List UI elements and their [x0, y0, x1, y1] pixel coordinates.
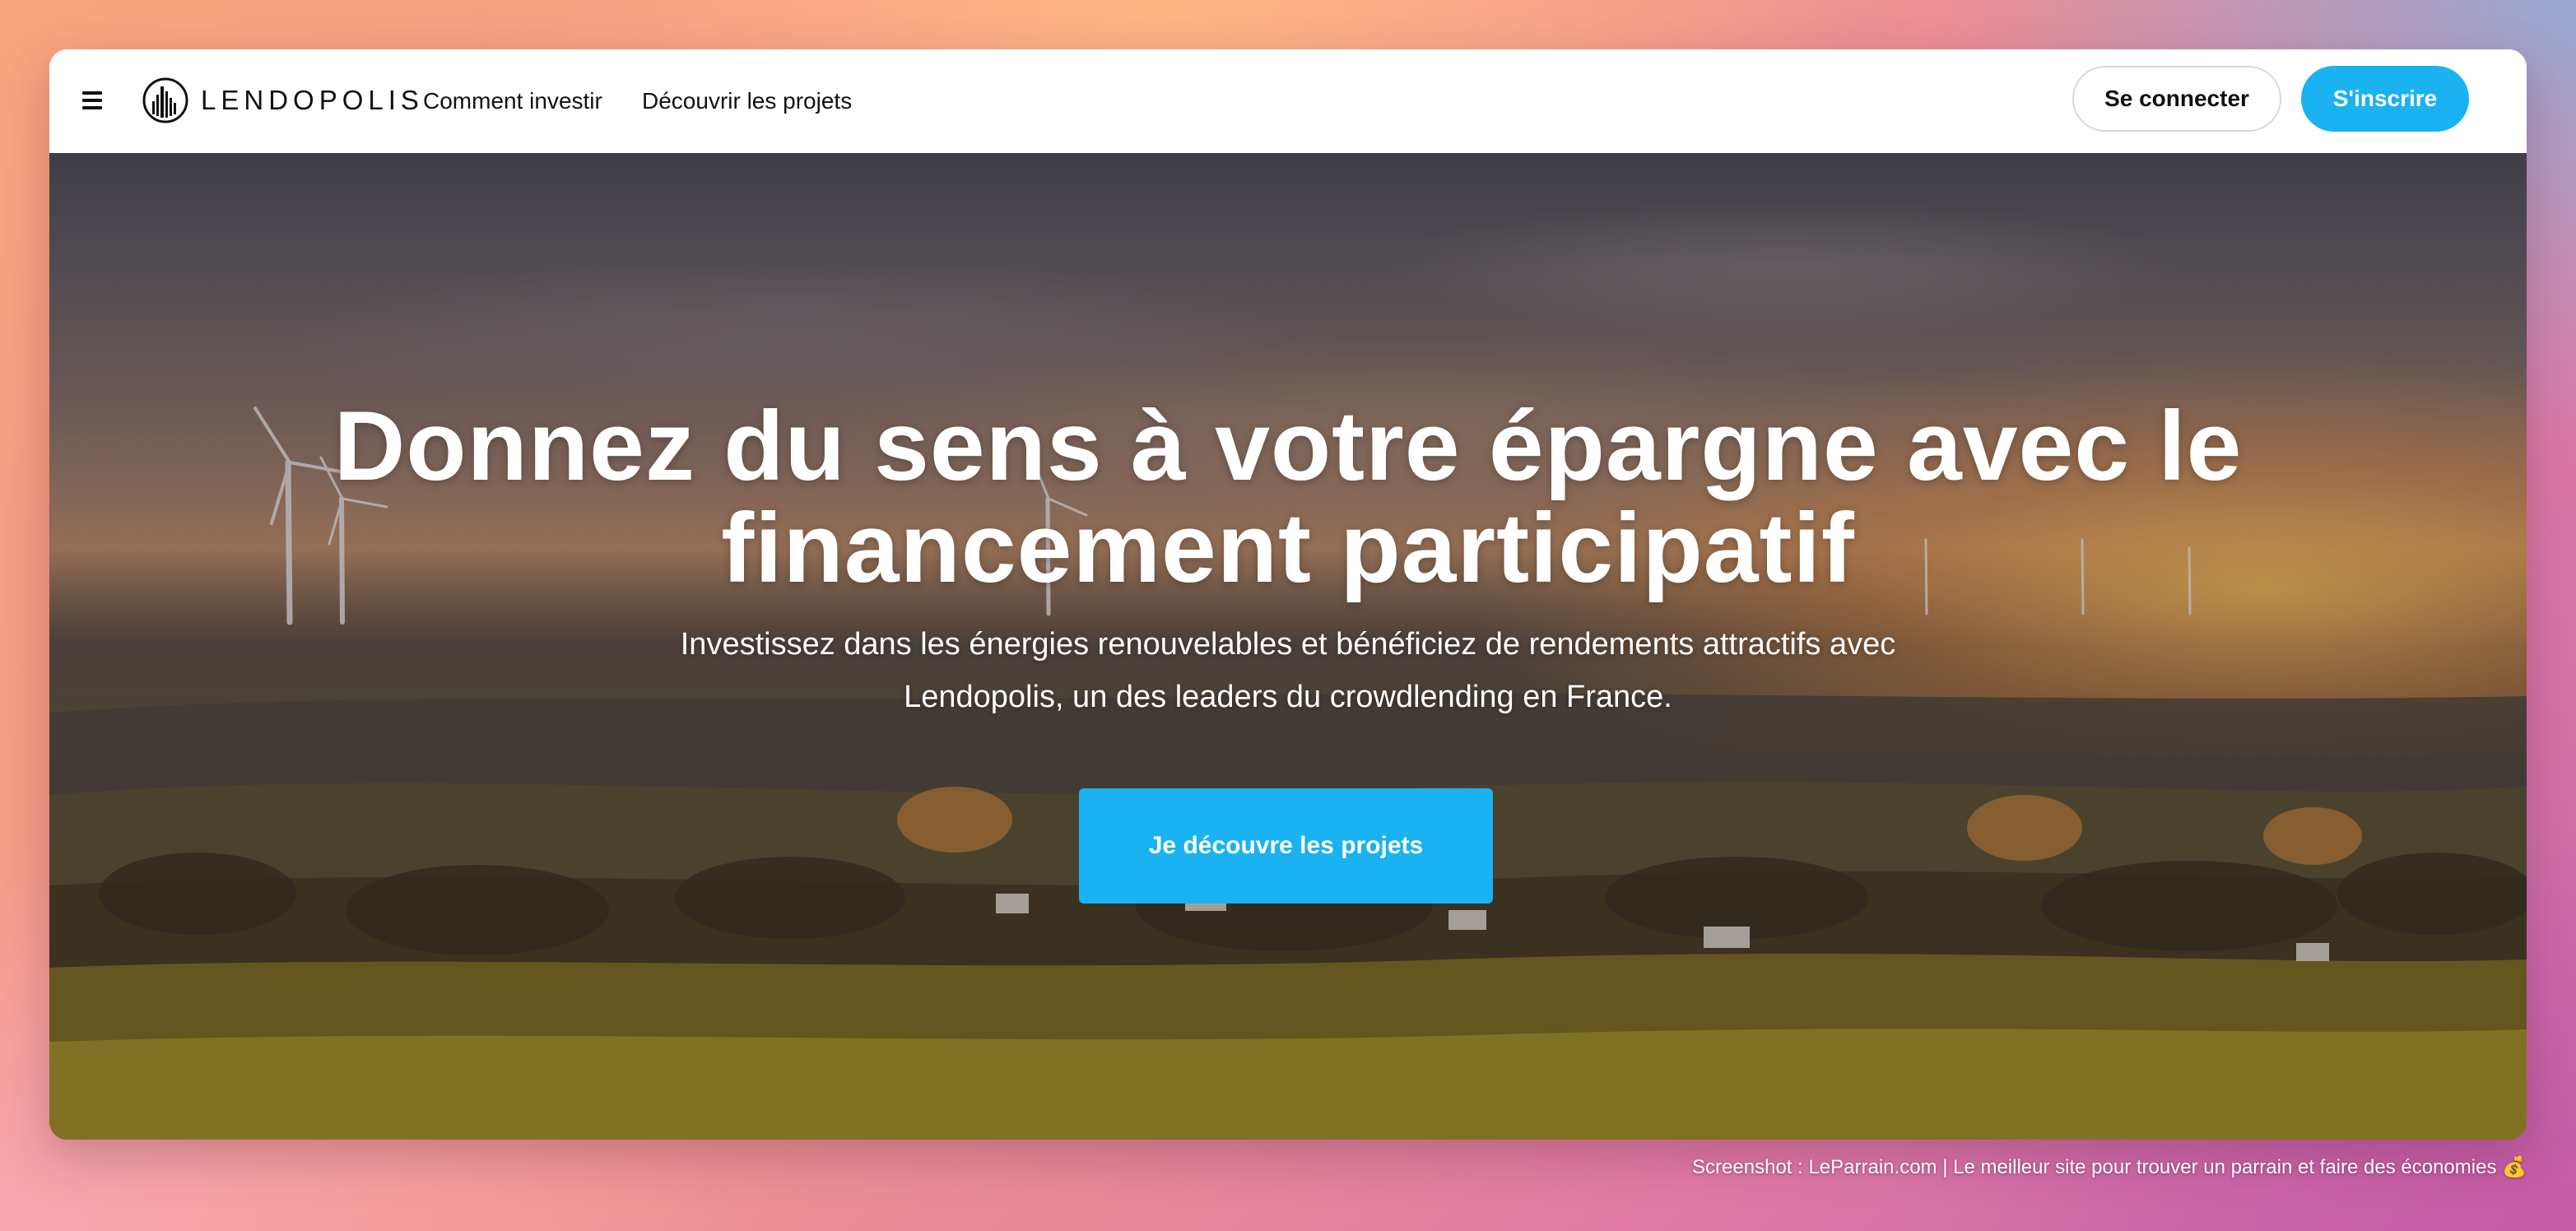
nav-link-comment-investir[interactable]: Comment investir	[423, 82, 602, 120]
screenshot-credit: Screenshot : LeParrain.com | Le meilleur…	[1692, 1156, 2527, 1178]
hero-title: Donnez du sens à votre épargne avec le f…	[214, 395, 2362, 599]
top-navbar: LENDOPOLIS Comment investir Découvrir le…	[49, 49, 2527, 153]
hero-title-line2: financement participatif	[721, 493, 1855, 603]
browser-window: LENDOPOLIS Comment investir Découvrir le…	[49, 49, 2527, 1140]
brand-logo[interactable]: LENDOPOLIS	[142, 76, 424, 125]
brand-name: LENDOPOLIS	[201, 85, 424, 115]
hero-subtitle-line2: Lendopolis, un des leaders du crowdlendi…	[904, 680, 1672, 714]
hamburger-menu-icon[interactable]	[82, 91, 102, 109]
hero-title-line1: Donnez du sens à votre épargne avec le	[333, 391, 2243, 501]
login-button[interactable]: Se connecter	[2072, 66, 2281, 132]
hero-section: Donnez du sens à votre épargne avec le f…	[49, 153, 2527, 1140]
hero-content: Donnez du sens à votre épargne avec le f…	[49, 153, 2527, 1140]
lendopolis-logo-icon	[142, 77, 188, 123]
discover-projects-button[interactable]: Je découvre les projets	[1079, 788, 1493, 904]
hero-subtitle-line1: Investissez dans les énergies renouvelab…	[680, 627, 1896, 662]
nav-link-decouvrir-projets[interactable]: Découvrir les projets	[642, 82, 852, 120]
signup-button[interactable]: S'inscrire	[2301, 66, 2469, 132]
hero-subtitle: Investissez dans les énergies renouvelab…	[625, 618, 1951, 723]
